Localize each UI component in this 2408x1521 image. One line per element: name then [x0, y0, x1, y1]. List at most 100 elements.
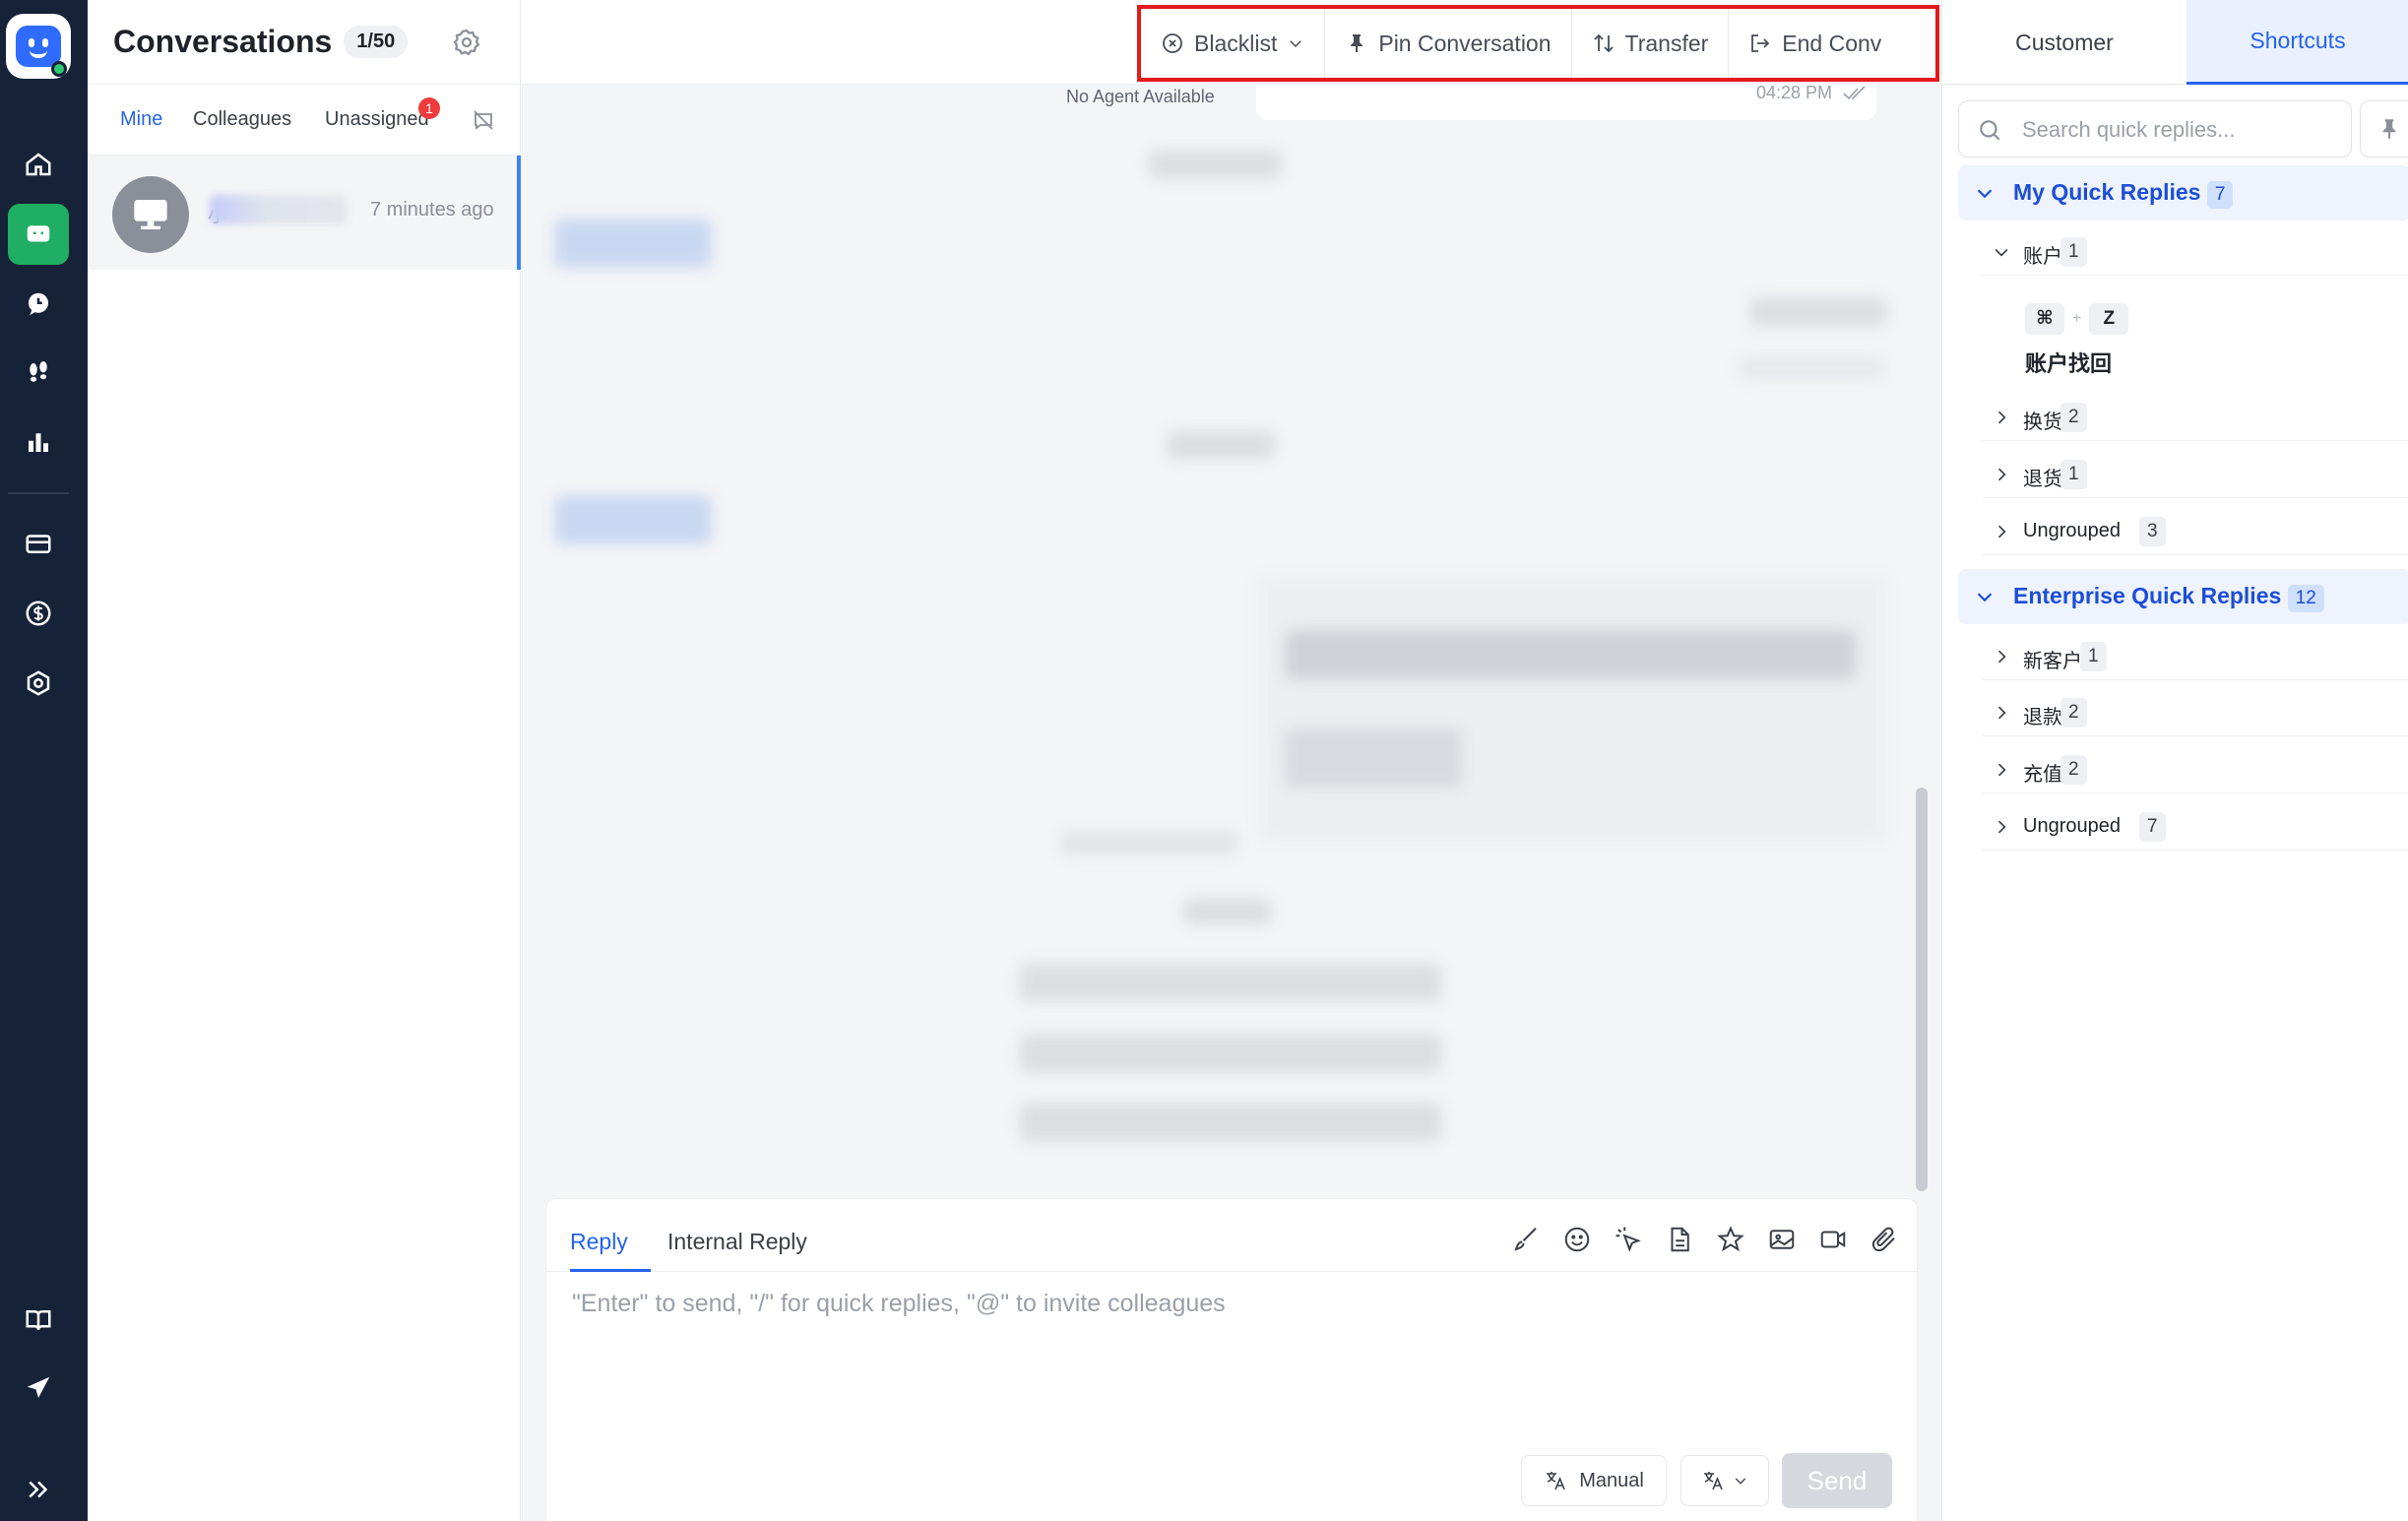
- search-icon: [1980, 120, 2000, 141]
- blurred-card-message: [1257, 576, 1887, 842]
- group-label: Enterprise Quick Replies 12: [2013, 583, 2324, 612]
- subgroup-count: 1: [2060, 237, 2087, 267]
- pin-conversation-label: Pin Conversation: [1378, 30, 1552, 56]
- transfer-label: Transfer: [1624, 30, 1709, 56]
- settings-hex-icon[interactable]: [8, 653, 69, 714]
- blurred-quick-option: [1019, 1103, 1442, 1142]
- subgroup-new-customer[interactable]: 新客户 1: [1982, 633, 2408, 680]
- subgroup-label: 充值: [2023, 764, 2062, 786]
- desktop-icon: [134, 200, 167, 229]
- subgroup-label: 退款: [2023, 707, 2062, 729]
- tab-mine[interactable]: Mine: [120, 108, 162, 131]
- emoji-icon[interactable]: [1562, 1225, 1592, 1254]
- chat-header: Blacklist Pin Conversation Transfer End …: [522, 0, 1941, 85]
- subgroup-label: Ungrouped: [2023, 815, 2121, 837]
- end-conversation-label: End Conv: [1782, 30, 1882, 56]
- translate-icon: [1547, 1472, 1565, 1490]
- pin-icon: [1351, 34, 1363, 52]
- book-icon[interactable]: [8, 1290, 69, 1351]
- conversations-nav-icon[interactable]: [8, 204, 69, 265]
- chevron-down-icon: [1735, 1478, 1746, 1485]
- home-icon[interactable]: [8, 134, 69, 195]
- analytics-icon[interactable]: [8, 412, 69, 473]
- tab-internal-reply[interactable]: Internal Reply: [667, 1229, 807, 1255]
- subgroup-return[interactable]: 退货 1: [1982, 451, 2408, 498]
- blurred-system-message: [1183, 898, 1272, 925]
- footprints-icon[interactable]: [8, 343, 69, 404]
- enterprise-quick-replies-group[interactable]: Enterprise Quick Replies 12: [1958, 569, 2408, 624]
- shortcut-plus: +: [2072, 310, 2082, 327]
- conversation-actions-toolbar: Blacklist Pin Conversation Transfer End …: [1137, 5, 1939, 82]
- chevron-right-icon: [1997, 706, 2006, 720]
- quick-reply-title: 账户找回: [2025, 351, 2113, 376]
- tab-colleagues[interactable]: Colleagues: [193, 108, 291, 131]
- chevron-down-icon: [1290, 40, 1302, 48]
- chat-scrollbar[interactable]: [1916, 788, 1928, 1191]
- paperclip-icon[interactable]: [1869, 1225, 1899, 1254]
- message-timestamp: 04:28 PM: [1756, 83, 1833, 102]
- pin-icon: [2382, 119, 2396, 139]
- subgroup-ungrouped[interactable]: Ungrouped 7: [1982, 803, 2408, 851]
- manual-label: Manual: [1579, 1469, 1644, 1491]
- sidebar-panel: Customer Shortcuts Search quick replies.…: [1941, 0, 2408, 1521]
- system-notice: No Agent Available: [1066, 87, 1215, 106]
- end-conversation-button[interactable]: End Conv: [1729, 9, 1901, 78]
- brush-icon[interactable]: [1511, 1225, 1541, 1254]
- blurred-card-text: [1285, 729, 1462, 788]
- quick-reply-item[interactable]: ⌘ + Z 账户找回: [2025, 303, 2129, 378]
- shortcut-key: Z: [2089, 303, 2129, 335]
- quick-reply-search[interactable]: Search quick replies...: [1958, 100, 2352, 158]
- subgroup-ungrouped[interactable]: Ungrouped 3: [1982, 508, 2408, 555]
- gear-icon[interactable]: [452, 28, 481, 57]
- sidebar-tabs: Customer Shortcuts: [1942, 0, 2408, 85]
- tab-shortcuts[interactable]: Shortcuts: [2186, 0, 2408, 85]
- transfer-button[interactable]: Transfer: [1572, 9, 1730, 78]
- blurred-status-line: [1060, 830, 1237, 856]
- online-status-dot: [51, 61, 67, 77]
- click-pointer-icon[interactable]: [1614, 1225, 1643, 1254]
- document-icon[interactable]: [1665, 1225, 1694, 1254]
- subgroup-count: 7: [2139, 812, 2166, 842]
- muted-chat-icon[interactable]: [472, 108, 495, 132]
- my-quick-replies-group[interactable]: My Quick Replies 7: [1958, 165, 2408, 221]
- avatar: [112, 176, 189, 253]
- bot-face-icon: [16, 26, 61, 67]
- blacklist-button[interactable]: Blacklist: [1141, 9, 1326, 78]
- reply-input[interactable]: "Enter" to send, "/" for quick replies, …: [572, 1290, 1226, 1318]
- dollar-icon[interactable]: [8, 583, 69, 644]
- subgroup-recharge[interactable]: 充值 2: [1982, 746, 2408, 793]
- composer-tabs: Reply Internal Reply: [546, 1199, 1917, 1272]
- tab-customer[interactable]: Customer: [1942, 0, 2186, 85]
- chevron-down-icon: [1977, 189, 1993, 199]
- chat-history-icon[interactable]: [8, 274, 69, 335]
- subgroup-count: 1: [2060, 460, 2087, 489]
- manual-translate-button[interactable]: Manual: [1521, 1455, 1667, 1506]
- subgroup-refund[interactable]: 退款 2: [1982, 689, 2408, 736]
- group-count: 7: [2206, 181, 2234, 209]
- blurred-system-message: [1149, 150, 1282, 179]
- blurred-system-message: [1167, 430, 1275, 460]
- blurred-customer-message: [554, 219, 712, 268]
- tab-reply[interactable]: Reply: [570, 1229, 628, 1255]
- blurred-quick-option: [1019, 1034, 1442, 1073]
- image-icon[interactable]: [1767, 1225, 1797, 1254]
- expand-chevrons-icon[interactable]: [8, 1459, 69, 1520]
- subgroup-account[interactable]: 账户 1: [1982, 228, 2408, 276]
- language-select[interactable]: [1680, 1455, 1769, 1506]
- send-plane-icon[interactable]: [8, 1358, 69, 1419]
- composer-tools: [1511, 1225, 1899, 1254]
- send-button[interactable]: Send: [1782, 1453, 1892, 1508]
- shortcut-key: ⌘: [2025, 303, 2064, 335]
- billing-card-icon[interactable]: [8, 513, 69, 574]
- subgroup-exchange[interactable]: 换货 2: [1982, 394, 2408, 441]
- star-icon[interactable]: [1716, 1225, 1745, 1254]
- nav-divider: [8, 492, 69, 494]
- video-icon[interactable]: [1818, 1225, 1848, 1254]
- chevron-right-icon: [1997, 820, 2006, 834]
- search-placeholder: Search quick replies...: [2022, 117, 2236, 142]
- pin-panel-button[interactable]: [2360, 100, 2408, 158]
- pin-conversation-button[interactable]: Pin Conversation: [1325, 9, 1572, 78]
- blacklist-label: Blacklist: [1194, 30, 1278, 56]
- tab-unassigned[interactable]: Unassigned: [325, 108, 429, 131]
- conversation-item[interactable]: 小 7 minutes ago: [88, 156, 521, 270]
